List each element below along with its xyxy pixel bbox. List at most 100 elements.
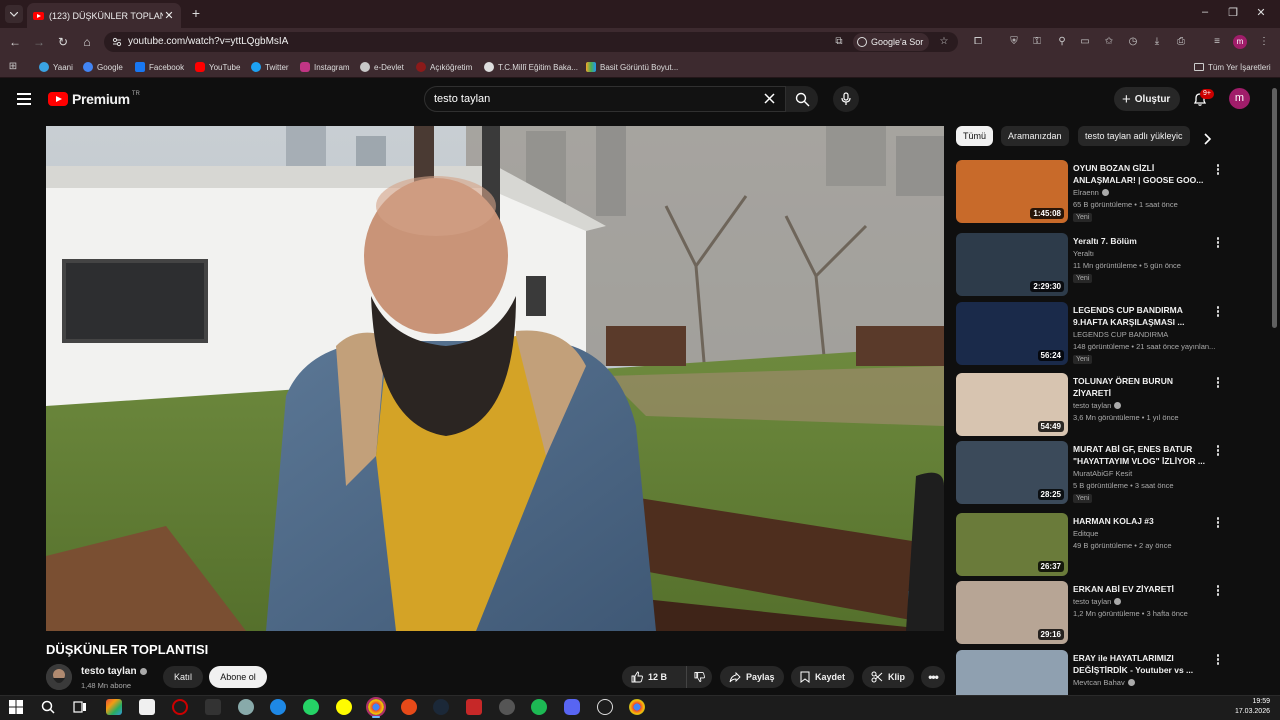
location-icon[interactable]: ⚲ <box>1056 36 1068 48</box>
home-icon[interactable]: ⌂ <box>80 35 94 49</box>
site-info-icon[interactable] <box>112 37 122 47</box>
recommendation-channel[interactable]: Editque <box>1073 529 1098 538</box>
app-orange-icon[interactable] <box>401 699 417 715</box>
more-vertical-icon[interactable] <box>1214 445 1222 457</box>
clip-button[interactable]: Klip <box>862 666 914 688</box>
bookmark-instagram[interactable]: Instagram <box>300 61 350 73</box>
clear-search-icon[interactable] <box>763 92 776 105</box>
store-icon[interactable] <box>139 699 155 715</box>
recommendation-title[interactable]: MURAT ABİ GF, ENES BATUR "HAYATTAYIM VLO… <box>1073 443 1209 467</box>
bookmark-acikogretim[interactable]: Açıköğretim <box>416 61 472 73</box>
recommendation-item[interactable]: 54:49 TOLUNAY ÖREN BURUN ZİYARETİ testo ta… <box>956 373 1226 437</box>
video-thumbnail[interactable]: 54:49 <box>956 373 1068 436</box>
browser-profile-avatar[interactable]: m <box>1233 35 1247 49</box>
more-vertical-icon[interactable] <box>1214 377 1222 389</box>
google-ask-button[interactable]: Google'a Sor <box>853 33 930 51</box>
install-app-icon[interactable]: ⧉ <box>833 36 845 48</box>
recommendation-channel[interactable]: Mevtcan Bahav <box>1073 678 1135 687</box>
page-scrollbar[interactable] <box>1272 88 1277 328</box>
password-key-icon[interactable]: ⚿ <box>1031 36 1043 48</box>
chip-uploader[interactable]: testo taylan adlı yükleyic <box>1078 126 1190 146</box>
search-button[interactable] <box>786 86 818 112</box>
app-cloud-icon[interactable] <box>238 699 254 715</box>
tab-search-icon[interactable] <box>5 5 23 23</box>
create-button[interactable]: + Oluştur <box>1114 87 1180 111</box>
more-actions-button[interactable]: ••• <box>921 666 945 688</box>
print-icon[interactable]: ⎙ <box>1175 36 1187 48</box>
recommendation-item[interactable]: 26:37 HARMAN KOLAJ #3 Editque 49 B görüntül… <box>956 513 1226 577</box>
reload-icon[interactable]: ↻ <box>56 35 70 49</box>
chevron-right-icon[interactable] <box>1199 131 1215 147</box>
minimize-icon[interactable]: – <box>1198 6 1212 18</box>
app-globe-icon[interactable] <box>597 699 613 715</box>
bookmark-star-icon[interactable]: ☆ <box>938 36 950 48</box>
copilot-icon[interactable] <box>106 699 122 715</box>
subscribe-button[interactable]: Abone ol <box>209 666 267 688</box>
more-vertical-icon[interactable] <box>1214 585 1222 597</box>
recommendation-channel[interactable]: LEGENDS CUP BANDIRMA <box>1073 330 1168 339</box>
new-tab-button[interactable]: + <box>188 5 204 21</box>
chip-from-search[interactable]: Aramanızdan <box>1001 126 1069 146</box>
bookmark-edevlet[interactable]: e-Devlet <box>360 61 404 73</box>
more-vertical-icon[interactable] <box>1214 164 1222 176</box>
recommendation-item[interactable]: 28:25 MURAT ABİ GF, ENES BATUR "HAYATTAYI… <box>956 441 1226 505</box>
voice-search-button[interactable] <box>833 86 859 112</box>
more-vertical-icon[interactable] <box>1214 517 1222 529</box>
windows-start-icon[interactable] <box>8 699 24 715</box>
account-avatar[interactable]: m <box>1229 88 1250 109</box>
recommendation-channel[interactable]: Elraenn <box>1073 188 1109 197</box>
reading-list-icon[interactable]: ≡ <box>1211 36 1223 48</box>
history-icon[interactable]: ◷ <box>1127 36 1139 48</box>
video-player[interactable] <box>46 126 944 631</box>
more-vertical-icon[interactable] <box>1214 654 1222 666</box>
bookmark-youtube[interactable]: YouTube <box>195 61 240 73</box>
edge-icon[interactable] <box>270 699 286 715</box>
channel-name[interactable]: testo taylan <box>81 666 147 677</box>
recommendation-channel[interactable]: MuratAbiGF Kesit <box>1073 469 1132 478</box>
recommendation-title[interactable]: Yeraltı 7. Bölüm <box>1073 235 1209 247</box>
share-button[interactable]: Paylaş <box>720 666 784 688</box>
recommendation-item[interactable]: 1:45:08 OYUN BOZAN GİZLİ ANLAŞMALAR! | GO… <box>956 160 1226 224</box>
favorites-icon[interactable]: ✩ <box>1103 36 1115 48</box>
recommendation-item[interactable]: 56:24 LEGENDS CUP BANDIRMA 9.HAFTA KARŞIL… <box>956 302 1226 366</box>
channel-avatar[interactable] <box>46 664 72 690</box>
task-view-icon[interactable] <box>72 699 88 715</box>
bookmark-meb[interactable]: T.C.Millî Eğitim Baka... <box>484 61 578 73</box>
snapchat-icon[interactable] <box>336 699 352 715</box>
video-thumbnail[interactable]: 29:16 <box>956 581 1068 644</box>
recommendation-title[interactable]: OYUN BOZAN GİZLİ ANLAŞMALAR! | GOOSE GOO… <box>1073 162 1209 186</box>
bookmark-twitter[interactable]: Twitter <box>251 61 289 73</box>
chrome-active-icon[interactable] <box>366 697 386 718</box>
dislike-button[interactable] <box>686 666 712 688</box>
recommendation-title[interactable]: ERAY ile HAYATLARIMIZI DEĞİŞTİRDİK - You… <box>1073 652 1209 676</box>
browser-menu-icon[interactable]: ⋮ <box>1258 36 1270 48</box>
recommendation-title[interactable]: HARMAN KOLAJ #3 <box>1073 515 1209 527</box>
extensions-icon[interactable]: ⧠ <box>972 36 984 48</box>
bookmark-google[interactable]: Google <box>83 61 123 73</box>
steam-icon[interactable] <box>433 699 449 715</box>
wallet-icon[interactable]: ▭ <box>1079 36 1091 48</box>
app-eko-icon[interactable] <box>205 699 221 715</box>
recommendation-channel[interactable]: Yeraltı <box>1073 249 1094 258</box>
video-thumbnail[interactable]: 56:24 <box>956 302 1068 365</box>
more-vertical-icon[interactable] <box>1214 306 1222 318</box>
whatsapp-icon[interactable] <box>303 699 319 715</box>
all-bookmarks-folder[interactable]: Tüm Yer İşaretleri <box>1194 61 1271 73</box>
chip-all[interactable]: Tümü <box>956 126 994 146</box>
back-icon[interactable]: ← <box>8 35 22 49</box>
recommendation-channel[interactable]: testo taylan <box>1073 401 1122 410</box>
opera-icon[interactable] <box>172 699 188 715</box>
spotify-icon[interactable] <box>531 699 547 715</box>
bookmark-facebook[interactable]: Facebook <box>135 61 184 73</box>
more-vertical-icon[interactable] <box>1214 237 1222 249</box>
recommendation-title[interactable]: ERKAN ABİ EV ZİYARETİ <box>1073 583 1209 595</box>
join-button[interactable]: Katıl <box>163 666 203 688</box>
youtube-premium-logo[interactable]: Premium TR <box>48 91 140 107</box>
like-button[interactable]: 12 B <box>622 666 686 688</box>
recommendation-title[interactable]: LEGENDS CUP BANDIRMA 9.HAFTA KARŞILAŞMAS… <box>1073 304 1209 328</box>
app-red-icon[interactable] <box>466 699 482 715</box>
discord-icon[interactable] <box>564 699 580 715</box>
restore-icon[interactable]: ❐ <box>1226 6 1240 19</box>
settings-icon[interactable] <box>499 699 515 715</box>
window-close-icon[interactable]: ✕ <box>1254 6 1268 19</box>
